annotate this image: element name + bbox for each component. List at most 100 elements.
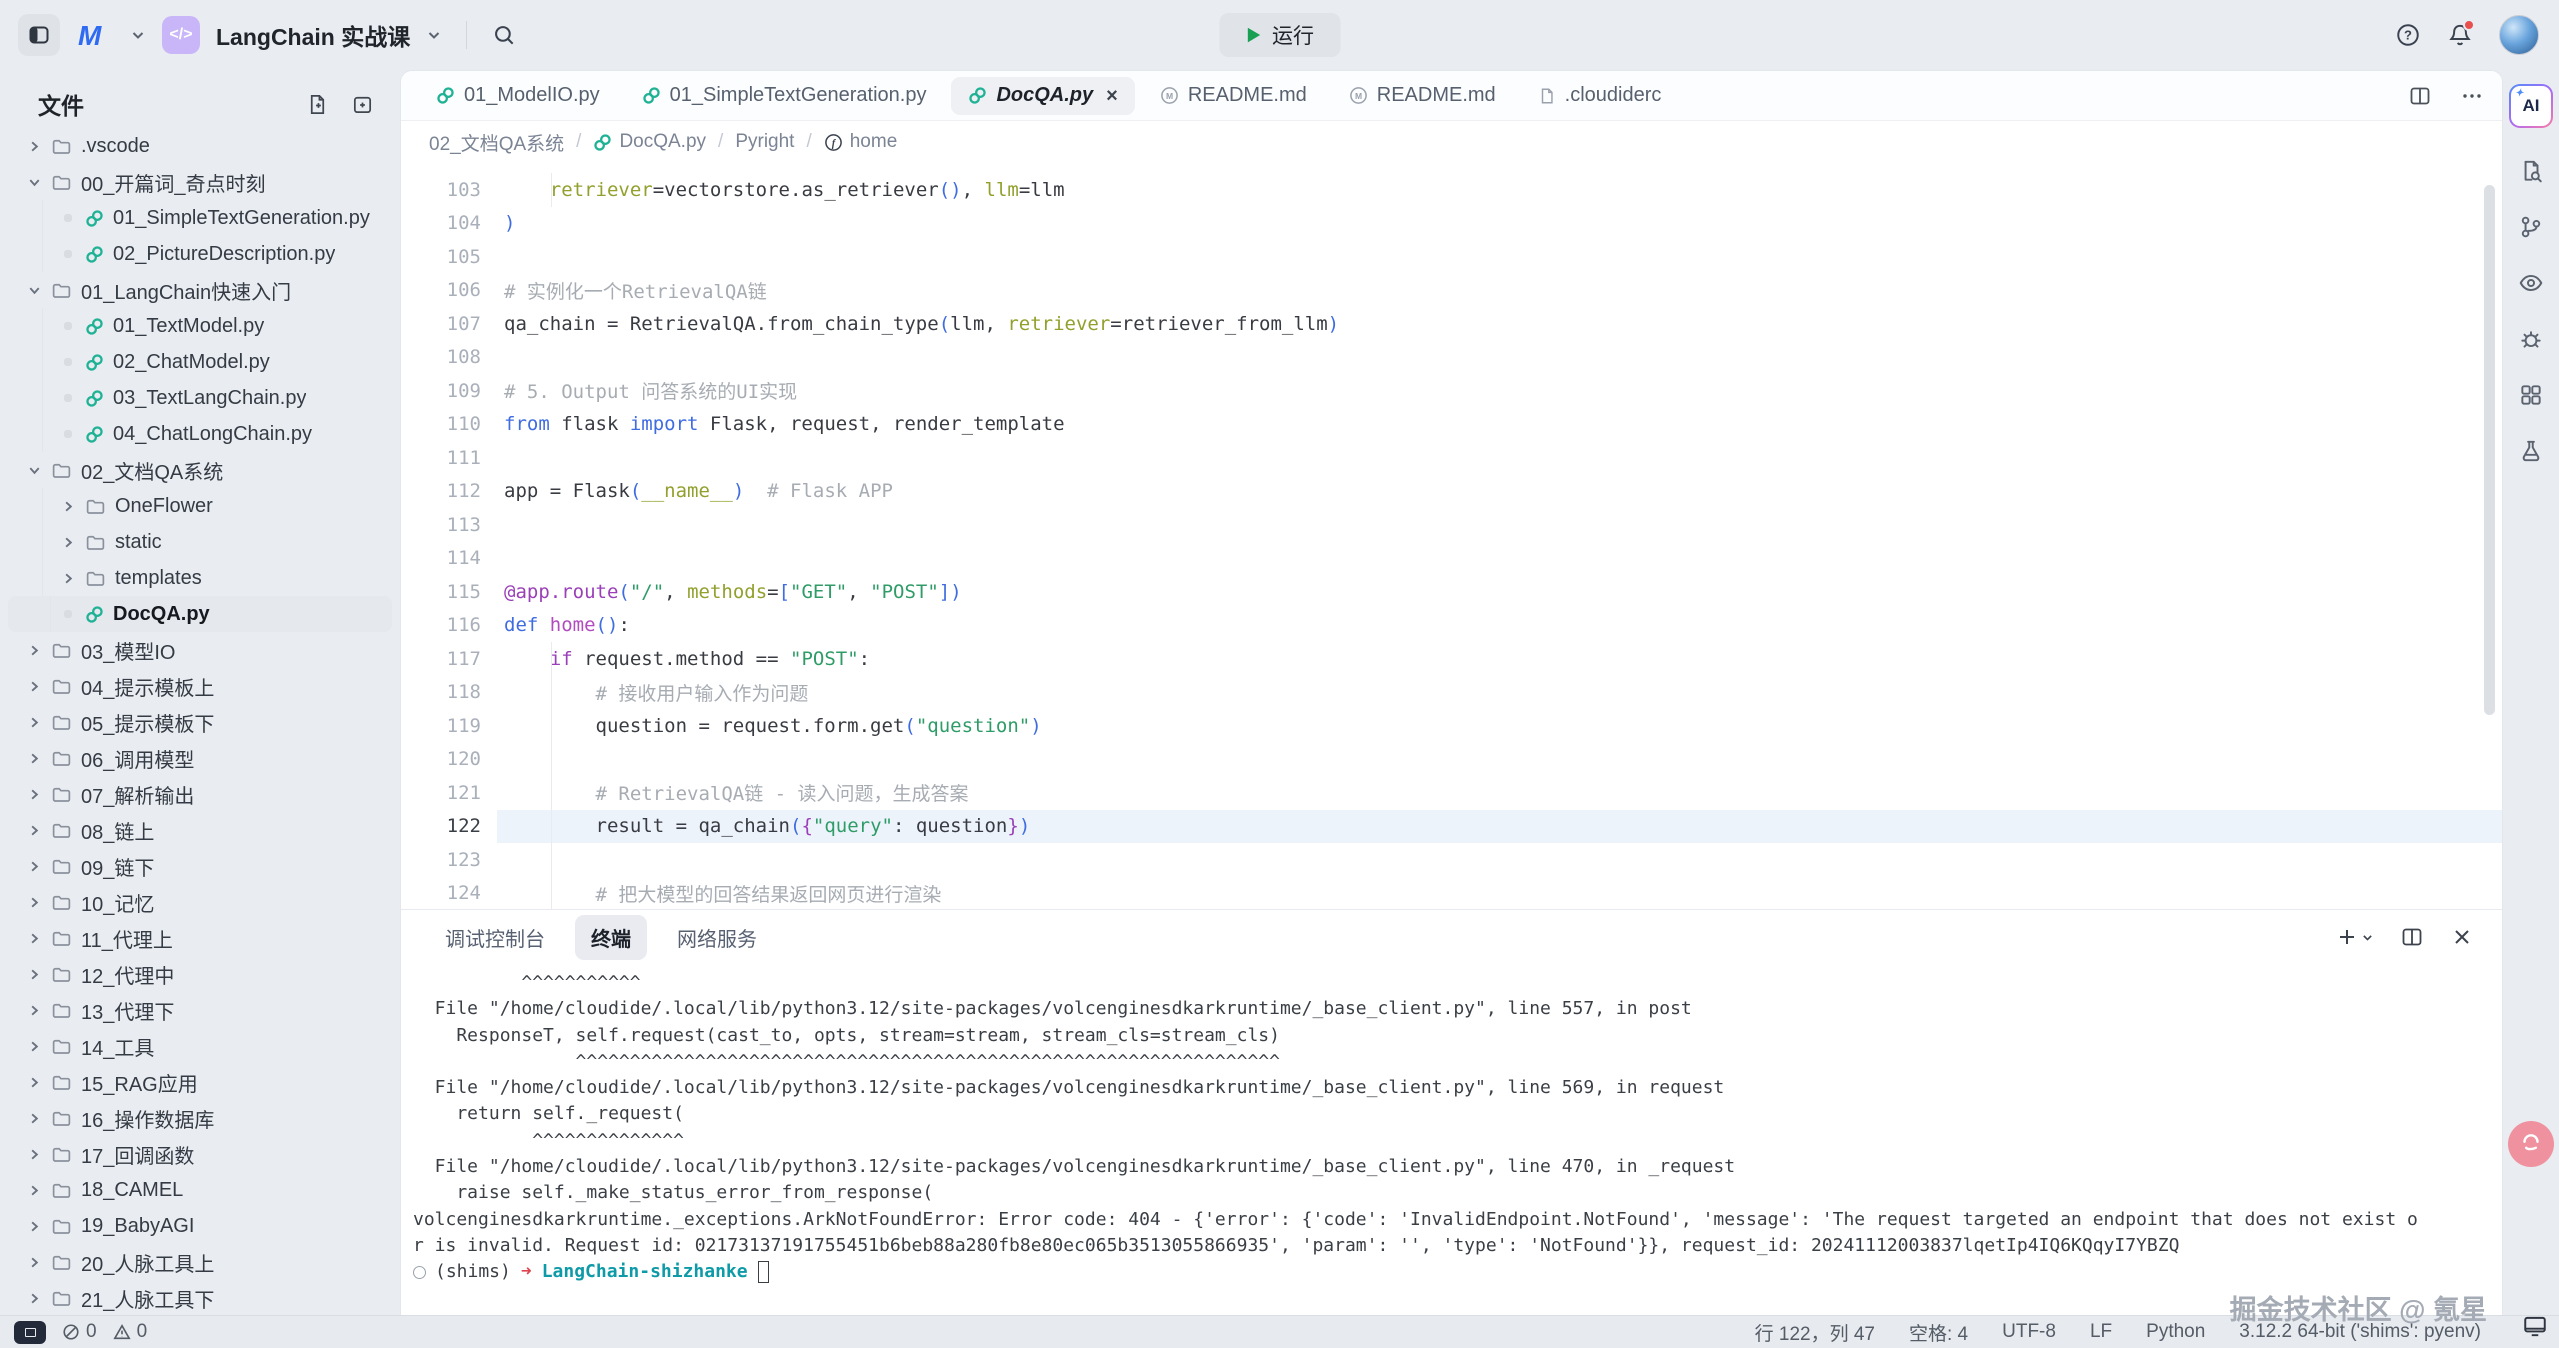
chevron-down-icon[interactable] [426, 27, 442, 43]
chevron-right-icon[interactable] [26, 1219, 42, 1234]
code-line[interactable]: 121 # RetrievalQA链 - 读入问题，生成答案 [401, 776, 2502, 810]
chevron-down-icon[interactable] [26, 283, 42, 298]
breadcrumb-symbol[interactable]: f home [824, 131, 898, 153]
tree-folder-item[interactable]: 08_链上 [0, 812, 400, 848]
logo-m-icon[interactable]: M [76, 19, 114, 51]
tree-folder-item[interactable]: 15_RAG应用 [0, 1064, 400, 1100]
tree-folder-item[interactable]: 12_代理中 [0, 956, 400, 992]
tree-file-item[interactable]: 02_PictureDescription.py [0, 236, 400, 272]
run-button[interactable]: 运行 [1219, 13, 1340, 57]
chevron-down-icon[interactable] [26, 175, 42, 190]
tree-folder-item[interactable]: 02_文档QA系统 [0, 452, 400, 488]
code-line[interactable]: 120 [401, 743, 2502, 777]
tree-folder-item[interactable]: 06_调用模型 [0, 740, 400, 776]
code-line[interactable]: 103 retriever=vectorstore.as_retriever()… [401, 173, 2502, 207]
encoding[interactable]: UTF-8 [2002, 1321, 2056, 1343]
code-line[interactable]: 123 [401, 843, 2502, 877]
breadcrumb-folder[interactable]: 02_文档QA系统 [429, 129, 564, 156]
terminal-prompt[interactable]: (shims)➜LangChain-shizhanke [413, 1259, 2502, 1285]
chevron-right-icon[interactable] [26, 823, 42, 838]
code-line[interactable]: 117 if request.method == "POST": [401, 642, 2502, 676]
code-line[interactable]: 112app = Flask(__name__) # Flask APP [401, 475, 2502, 509]
notifications-bell-icon[interactable] [2447, 22, 2473, 48]
test-flask-icon[interactable] [2518, 438, 2544, 464]
chevron-right-icon[interactable] [26, 679, 42, 694]
errors-indicator[interactable]: 0 [62, 1321, 97, 1343]
tree-folder-item[interactable]: 13_代理下 [0, 992, 400, 1028]
device-monitor-icon[interactable] [2521, 1313, 2549, 1344]
tree-folder-item[interactable]: 16_操作数据库 [0, 1100, 400, 1136]
chevron-down-icon[interactable] [130, 27, 146, 43]
tree-folder-item[interactable]: 14_工具 [0, 1028, 400, 1064]
new-terminal-plus-icon[interactable] [2335, 925, 2374, 949]
editor-tab[interactable]: 01_SimpleTextGeneration.py [625, 77, 944, 115]
eye-icon[interactable] [2518, 270, 2544, 296]
split-panel-icon[interactable] [2400, 925, 2424, 949]
chevron-right-icon[interactable] [26, 1291, 42, 1306]
tree-folder-item[interactable]: OneFlower [0, 488, 400, 524]
more-actions-icon[interactable] [2460, 84, 2484, 108]
tree-folder-item[interactable]: static [0, 524, 400, 560]
tree-folder-item[interactable]: 00_开篇词_奇点时刻 [0, 164, 400, 200]
chevron-right-icon[interactable] [26, 1111, 42, 1126]
code-line[interactable]: 108 [401, 341, 2502, 375]
chevron-right-icon[interactable] [26, 715, 42, 730]
editor-tab[interactable]: MREADME.md [1332, 77, 1513, 115]
code-line[interactable]: 111 [401, 441, 2502, 475]
close-panel-icon[interactable] [2450, 925, 2474, 949]
editor-tab[interactable]: MREADME.md [1143, 77, 1324, 115]
tree-folder-item[interactable]: 19_BabyAGI [0, 1208, 400, 1244]
split-editor-icon[interactable] [2408, 84, 2432, 108]
panel-tab[interactable]: 网络服务 [661, 915, 773, 960]
chevron-right-icon[interactable] [60, 499, 76, 514]
chevron-right-icon[interactable] [26, 1147, 42, 1162]
chevron-right-icon[interactable] [60, 571, 76, 586]
warnings-indicator[interactable]: 0 [113, 1321, 148, 1343]
code-line[interactable]: 116def home(): [401, 609, 2502, 643]
tree-folder-item[interactable]: 10_记忆 [0, 884, 400, 920]
source-control-icon[interactable] [2518, 214, 2544, 240]
debug-icon[interactable] [2518, 326, 2544, 352]
chevron-right-icon[interactable] [60, 535, 76, 550]
chevron-right-icon[interactable] [26, 751, 42, 766]
file-search-icon[interactable] [2518, 158, 2544, 184]
code-line[interactable]: 107qa_chain = RetrievalQA.from_chain_typ… [401, 307, 2502, 341]
chevron-right-icon[interactable] [26, 643, 42, 658]
avatar[interactable] [2499, 15, 2539, 55]
language-mode[interactable]: Python [2146, 1321, 2205, 1343]
breadcrumb-file[interactable]: DocQA.py [593, 131, 706, 153]
code-line[interactable]: 106# 实例化一个RetrievalQA链 [401, 274, 2502, 308]
tree-file-item[interactable]: 03_TextLangChain.py [0, 380, 400, 416]
chevron-down-icon[interactable] [26, 463, 42, 478]
tree-folder-item[interactable]: 18_CAMEL [0, 1172, 400, 1208]
extensions-grid-icon[interactable] [2518, 382, 2544, 408]
new-file-icon[interactable] [306, 93, 329, 116]
ai-assistant-badge[interactable]: ✦ AI [2509, 84, 2553, 128]
chevron-right-icon[interactable] [26, 139, 42, 154]
tree-folder-item[interactable]: 17_回调函数 [0, 1136, 400, 1172]
tree-folder-item[interactable]: .vscode [0, 128, 400, 164]
code-line[interactable]: 115@app.route("/", methods=["GET", "POST… [401, 575, 2502, 609]
tree-file-item[interactable]: 04_ChatLongChain.py [0, 416, 400, 452]
code-line[interactable]: 119 question = request.form.get("questio… [401, 709, 2502, 743]
chevron-right-icon[interactable] [26, 1003, 42, 1018]
close-tab-icon[interactable]: × [1106, 86, 1118, 106]
editor-tab[interactable]: DocQA.py× [951, 77, 1134, 115]
code-line[interactable]: 124 # 把大模型的回答结果返回网页进行渲染 [401, 877, 2502, 910]
code-line-current[interactable]: 122 result = qa_chain({"query": question… [401, 810, 2502, 844]
tree-folder-item[interactable]: 05_提示模板下 [0, 704, 400, 740]
chevron-right-icon[interactable] [26, 859, 42, 874]
terminal-dropdown-caret-icon[interactable] [2361, 931, 2374, 944]
chevron-right-icon[interactable] [26, 1039, 42, 1054]
eol-type[interactable]: LF [2090, 1321, 2112, 1343]
tree-folder-item[interactable]: 09_链下 [0, 848, 400, 884]
terminal-output[interactable]: ^^^^^^^^^^^ File "/home/cloudide/.local/… [401, 964, 2502, 1315]
breadcrumb-checker[interactable]: Pyright [735, 131, 794, 153]
code-line[interactable]: 113 [401, 508, 2502, 542]
help-icon[interactable]: ? [2395, 22, 2421, 48]
search-icon[interactable] [491, 22, 517, 48]
chevron-right-icon[interactable] [26, 895, 42, 910]
chevron-right-icon[interactable] [26, 1183, 42, 1198]
tree-folder-item[interactable]: 07_解析输出 [0, 776, 400, 812]
indentation[interactable]: 空格: 4 [1909, 1319, 1968, 1346]
